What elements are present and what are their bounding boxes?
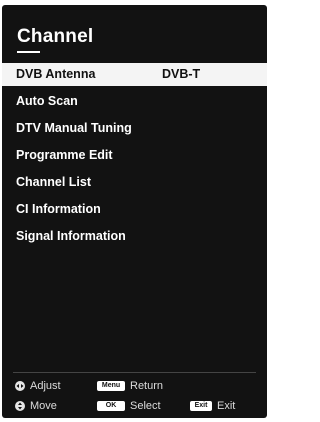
footer-legend: Adjust Menu Return Move OK Select Exit E…: [2, 5, 267, 418]
ok-key-icon: OK: [97, 401, 125, 411]
left-right-adjust-icon: [15, 381, 25, 391]
return-label: Return: [130, 380, 164, 392]
move-label: Move: [30, 400, 57, 412]
adjust-label: Adjust: [30, 380, 61, 392]
exit-key-icon: Exit: [190, 401, 212, 411]
exit-label: Exit: [217, 400, 236, 412]
menu-key-icon: Menu: [97, 381, 125, 391]
select-label: Select: [130, 400, 161, 412]
up-down-move-icon: [15, 401, 25, 411]
channel-menu-panel: Channel DVB Antenna DVB-T Auto Scan DTV …: [2, 5, 267, 418]
